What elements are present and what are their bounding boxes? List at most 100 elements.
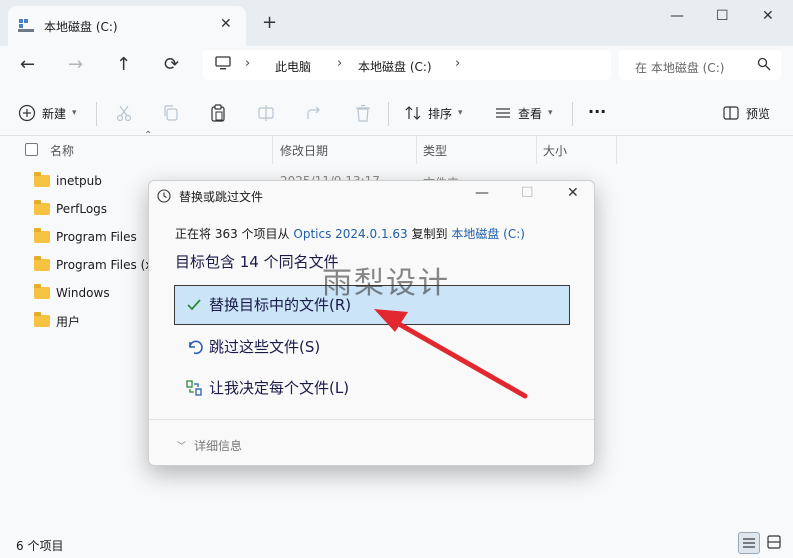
window-close-button[interactable]: ✕ bbox=[762, 8, 774, 24]
column-divider[interactable] bbox=[536, 136, 537, 164]
list-item[interactable]: PerfLogs bbox=[34, 198, 107, 220]
toolbar-divider bbox=[96, 102, 97, 126]
rename-icon[interactable] bbox=[256, 103, 276, 123]
tab-local-disk[interactable]: 本地磁盘 (C:) ✕ bbox=[8, 6, 246, 46]
checkmark-icon bbox=[187, 298, 201, 310]
cut-icon[interactable] bbox=[114, 103, 134, 123]
skip-option-label: 跳过这些文件(S) bbox=[209, 338, 321, 356]
maximize-button[interactable]: ☐ bbox=[716, 8, 729, 24]
list-item[interactable]: 用户 bbox=[34, 310, 80, 332]
dialog-close-button[interactable]: ✕ bbox=[567, 185, 579, 201]
file-name: inetpub bbox=[56, 174, 102, 188]
column-header-name[interactable]: 名称 bbox=[50, 142, 74, 159]
sort-up-chevron-icon: ⌃ bbox=[144, 130, 153, 141]
compare-files-icon bbox=[186, 379, 202, 396]
back-button[interactable]: ← bbox=[20, 54, 35, 75]
view-button[interactable]: 查看 ▾ bbox=[494, 104, 553, 122]
dialog-divider bbox=[149, 419, 594, 420]
share-icon[interactable] bbox=[304, 103, 324, 123]
search-placeholder: 在 本地磁盘 (C:) bbox=[635, 61, 725, 75]
chevron-down-icon: ﹀ bbox=[177, 442, 187, 452]
file-name: Program Files (x bbox=[56, 258, 153, 272]
breadcrumb-this-pc[interactable]: 此电脑 bbox=[275, 58, 311, 75]
plus-circle-icon bbox=[18, 104, 36, 122]
column-divider[interactable] bbox=[416, 136, 417, 164]
tiles-view-button[interactable] bbox=[764, 532, 786, 554]
breadcrumb-local-disk[interactable]: 本地磁盘 (C:) bbox=[358, 58, 432, 75]
folder-icon bbox=[34, 312, 50, 327]
preview-label: 预览 bbox=[746, 106, 771, 121]
progress-mid: 复制到 bbox=[411, 227, 448, 241]
clock-icon bbox=[157, 189, 171, 203]
destination-link[interactable]: 本地磁盘 (C:) bbox=[451, 227, 525, 241]
dialog-title: 替换或跳过文件 bbox=[179, 190, 264, 204]
chevron-down-icon: ▾ bbox=[458, 108, 463, 118]
address-bar[interactable]: › 此电脑 › 本地磁盘 (C:) › bbox=[203, 50, 611, 80]
new-tab-button[interactable]: + bbox=[262, 12, 277, 33]
drive-icon bbox=[18, 19, 34, 32]
column-header-size[interactable]: 大小 bbox=[543, 142, 567, 159]
column-divider[interactable] bbox=[272, 136, 273, 164]
up-button[interactable]: ↑ bbox=[116, 54, 131, 75]
list-item[interactable]: Program Files (x bbox=[34, 254, 152, 276]
status-bar: 6 个项目 bbox=[0, 528, 793, 558]
list-item[interactable]: inetpub bbox=[34, 170, 102, 192]
forward-button[interactable]: → bbox=[68, 54, 83, 75]
folder-icon bbox=[34, 200, 50, 215]
tab-title: 本地磁盘 (C:) bbox=[44, 20, 118, 34]
details-view-button[interactable] bbox=[738, 532, 760, 554]
sort-icon bbox=[405, 106, 421, 120]
copy-progress-text: 正在将 363 个项目从 Optics 2024.0.1.63 复制到 本地磁盘… bbox=[175, 225, 525, 242]
tab-bar: 本地磁盘 (C:) ✕ + — ☐ ✕ bbox=[0, 0, 793, 46]
file-name: 用户 bbox=[56, 314, 81, 329]
toolbar-divider bbox=[388, 102, 389, 126]
file-name: Program Files bbox=[56, 230, 137, 244]
list-item[interactable]: Program Files bbox=[34, 226, 137, 248]
decide-each-option[interactable]: 让我决定每个文件(L) bbox=[185, 377, 349, 398]
select-all-checkbox[interactable] bbox=[25, 143, 38, 156]
copy-icon[interactable] bbox=[161, 103, 181, 123]
new-label: 新建 bbox=[42, 106, 67, 121]
column-divider[interactable] bbox=[616, 136, 617, 164]
search-box[interactable]: 在 本地磁盘 (C:) bbox=[619, 50, 781, 80]
details-view-icon bbox=[743, 538, 755, 548]
delete-icon[interactable] bbox=[353, 103, 373, 123]
search-icon[interactable] bbox=[757, 57, 771, 71]
tab-close-icon[interactable]: ✕ bbox=[220, 16, 232, 32]
new-button[interactable]: 新建 ▾ bbox=[18, 104, 77, 122]
more-options-button[interactable]: ··· bbox=[588, 102, 606, 121]
details-toggle[interactable]: ﹀ 详细信息 bbox=[177, 437, 242, 454]
paste-icon[interactable] bbox=[208, 103, 228, 123]
preview-pane-icon bbox=[723, 106, 739, 120]
progress-prefix: 正在将 363 个项目从 bbox=[175, 227, 290, 241]
dialog-heading: 目标包含 14 个同名文件 bbox=[175, 253, 339, 271]
dialog-maximize-button[interactable]: ☐ bbox=[521, 185, 534, 201]
tiles-view-icon bbox=[767, 535, 781, 549]
breadcrumb-separator: › bbox=[245, 56, 251, 71]
folder-icon bbox=[34, 256, 50, 271]
watermark-text: 雨梨设计 bbox=[322, 266, 450, 301]
minimize-button[interactable]: — bbox=[670, 8, 684, 24]
address-row: ← → ↑ ⟳ › 此电脑 › 本地磁盘 (C:) › 在 本地磁盘 (C:) bbox=[0, 46, 793, 92]
folder-icon bbox=[34, 228, 50, 243]
details-label: 详细信息 bbox=[194, 439, 243, 453]
folder-icon bbox=[34, 172, 50, 187]
item-count: 6 个项目 bbox=[16, 539, 64, 553]
sort-button[interactable]: 排序 ▾ bbox=[404, 104, 463, 122]
skip-files-option[interactable]: 跳过这些文件(S) bbox=[185, 336, 320, 357]
command-bar: 新建 ▾ 排序 ▾ 查看 ▾ ··· 预览 bbox=[0, 92, 793, 136]
decide-option-label: 让我决定每个文件(L) bbox=[209, 379, 350, 397]
file-name: Windows bbox=[56, 286, 110, 300]
sort-label: 排序 bbox=[428, 106, 453, 121]
preview-button[interactable]: 预览 bbox=[722, 104, 770, 122]
list-item[interactable]: Windows bbox=[34, 282, 110, 304]
source-link[interactable]: Optics 2024.0.1.63 bbox=[293, 227, 407, 241]
dialog-minimize-button[interactable]: — bbox=[475, 185, 489, 201]
view-label: 查看 bbox=[518, 106, 543, 121]
folder-icon bbox=[34, 284, 50, 299]
view-lines-icon bbox=[496, 108, 510, 118]
refresh-button[interactable]: ⟳ bbox=[164, 54, 179, 75]
column-header-type[interactable]: 类型 bbox=[423, 142, 447, 159]
column-header-modified[interactable]: 修改日期 bbox=[280, 142, 328, 159]
breadcrumb-separator: › bbox=[455, 56, 461, 71]
